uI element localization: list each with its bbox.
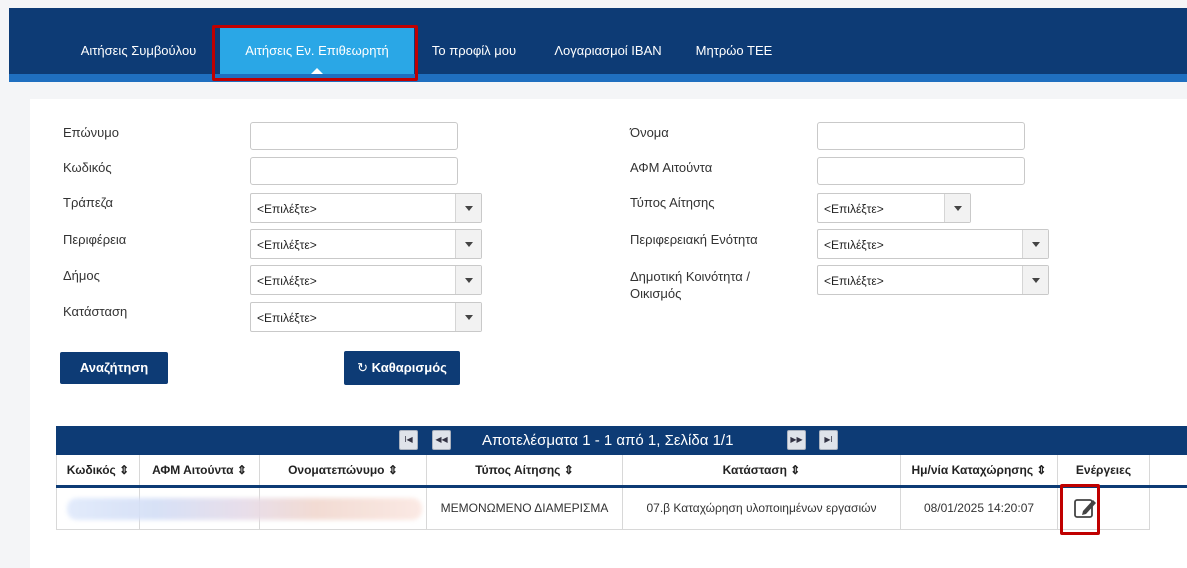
bank-label: Τράπεζα: [63, 195, 113, 210]
nav-tab-tee-registry[interactable]: Μητρώο ΤΕΕ: [684, 28, 784, 78]
nav-tab-iban-accounts[interactable]: Λογαριασμοί IBAN: [538, 28, 678, 78]
nav-tab-advisor-requests[interactable]: Αιτήσεις Συμβούλου: [57, 28, 220, 78]
code-label: Κωδικός: [63, 160, 112, 175]
community-select-value: <Επιλέξτε>: [824, 274, 884, 288]
chevron-down-icon: [1022, 266, 1048, 294]
status-select-value: <Επιλέξτε>: [257, 311, 317, 325]
col-header-date[interactable]: Ημ/νία Καταχώρησης ⇕: [901, 455, 1058, 485]
community-label: Δημοτική Κοινότητα / Οικισμός: [630, 269, 751, 301]
top-bar: Αιτήσεις Συμβούλου Αιτήσεις Εν. Επιθεωρη…: [0, 0, 1187, 82]
surname-input[interactable]: [250, 122, 458, 150]
nav-tab-label: Αιτήσεις Εν. Επιθεωρητή: [245, 43, 389, 58]
request-type-select-value: <Επιλέξτε>: [824, 202, 884, 216]
cell-request-type: ΜΕΜΟΝΩΜΕΝΟ ΔΙΑΜΕΡΙΣΜΑ: [427, 488, 623, 529]
col-header-afm[interactable]: ΑΦΜ Αιτούντα ⇕: [140, 455, 260, 485]
prev-page-button[interactable]: ◀◀: [432, 430, 451, 450]
status-select[interactable]: <Επιλέξτε>: [250, 302, 482, 332]
clear-button[interactable]: ↻ Καθαρισμός: [344, 351, 460, 385]
bank-select[interactable]: <Επιλέξτε>: [250, 193, 482, 223]
col-header-fullname[interactable]: Ονοματεπώνυμο ⇕: [260, 455, 427, 485]
region-select-value: <Επιλέξτε>: [257, 238, 317, 252]
chevron-down-icon: [455, 266, 481, 294]
col-header-request-type[interactable]: Τύπος Αίτησης ⇕: [427, 455, 623, 485]
surname-label: Επώνυμο: [63, 125, 119, 140]
nav-tab-inspector-requests[interactable]: Αιτήσεις Εν. Επιθεωρητή: [220, 28, 414, 74]
pagination-text: Αποτελέσματα 1 - 1 από 1, Σελίδα 1/1: [482, 432, 734, 449]
region-select[interactable]: <Επιλέξτε>: [250, 229, 482, 259]
cell-date: 08/01/2025 14:20:07: [901, 488, 1058, 529]
first-page-button[interactable]: I◀: [399, 430, 418, 450]
community-select[interactable]: <Επιλέξτε>: [817, 265, 1049, 295]
status-label: Κατάσταση: [63, 304, 128, 319]
col-header-code[interactable]: Κωδικός ⇕: [56, 455, 140, 485]
col-header-status[interactable]: Κατάσταση ⇕: [623, 455, 901, 485]
table-row: ΜΕΜΟΝΩΜΕΝΟ ΔΙΑΜΕΡΙΣΜΑ 07.β Καταχώρηση υλ…: [56, 488, 1150, 530]
chevron-down-icon: [455, 194, 481, 222]
nav-tab-my-profile[interactable]: Το προφίλ μου: [418, 28, 530, 78]
chevron-down-icon: [455, 230, 481, 258]
refresh-icon: ↻: [357, 360, 368, 375]
chevron-down-icon: [944, 194, 970, 222]
request-type-label: Τύπος Αίτησης: [630, 195, 715, 210]
clear-button-label: Καθαρισμός: [371, 360, 447, 375]
table-header: Κωδικός ⇕ ΑΦΜ Αιτούντα ⇕ Ονοματεπώνυμο ⇕…: [56, 455, 1187, 488]
afm-label: ΑΦΜ Αιτούντα: [630, 160, 713, 175]
redacted-overlay: [67, 498, 422, 520]
cell-actions: [1058, 488, 1150, 529]
chevron-down-icon: [455, 303, 481, 331]
name-label: Όνομα: [630, 125, 669, 140]
name-input[interactable]: [817, 122, 1025, 150]
regional-unit-select-value: <Επιλέξτε>: [824, 238, 884, 252]
cell-status: 07.β Καταχώρηση υλοποιημένων εργασιών: [623, 488, 901, 529]
col-header-actions: Ενέργειες: [1058, 455, 1150, 485]
next-page-button[interactable]: ▶▶: [787, 430, 806, 450]
pagination-bar: I◀ ◀◀ Αποτελέσματα 1 - 1 από 1, Σελίδα 1…: [56, 426, 1187, 455]
municipality-select-value: <Επιλέξτε>: [257, 274, 317, 288]
regional-unit-select[interactable]: <Επιλέξτε>: [817, 229, 1049, 259]
chevron-down-icon: [1022, 230, 1048, 258]
code-input[interactable]: [250, 157, 458, 185]
active-caret-icon: [311, 68, 323, 74]
request-type-select[interactable]: <Επιλέξτε>: [817, 193, 971, 223]
afm-input[interactable]: [817, 157, 1025, 185]
last-page-button[interactable]: ▶I: [819, 430, 838, 450]
municipality-label: Δήμος: [63, 268, 100, 283]
regional-unit-label: Περιφερειακή Ενότητα: [630, 232, 758, 247]
search-button[interactable]: Αναζήτηση: [60, 352, 168, 384]
bank-select-value: <Επιλέξτε>: [257, 202, 317, 216]
edit-icon[interactable]: [1073, 496, 1099, 520]
municipality-select[interactable]: <Επιλέξτε>: [250, 265, 482, 295]
region-label: Περιφέρεια: [63, 232, 127, 247]
